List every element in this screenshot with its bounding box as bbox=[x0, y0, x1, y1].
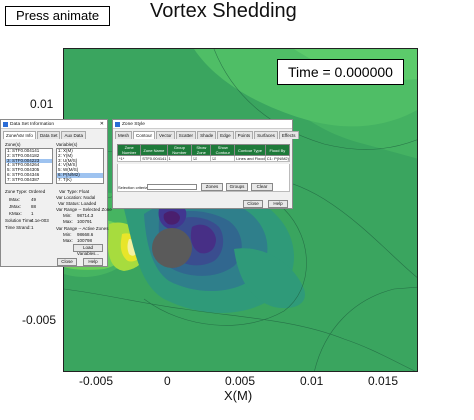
help-button[interactable]: Help bbox=[268, 200, 288, 208]
tab-shade[interactable]: Shade bbox=[197, 131, 217, 139]
var-location-label: Var Location: Nodal bbox=[56, 195, 96, 200]
dialog-title: Data Set Information bbox=[10, 121, 54, 127]
zone-number-cell: *1* bbox=[116, 155, 142, 162]
tab-points[interactable]: Points bbox=[234, 131, 254, 139]
max-value: 100798 bbox=[77, 238, 93, 243]
tab-mesh[interactable]: Mesh bbox=[115, 131, 133, 139]
contour-field bbox=[64, 49, 417, 371]
contour-plot[interactable]: Time = 0.000000 bbox=[63, 48, 418, 372]
column-header[interactable]: Contour Type bbox=[234, 144, 266, 156]
y-tick-label: 0.01 bbox=[30, 97, 54, 111]
max-value: 100791 bbox=[77, 219, 93, 224]
x-tick-label: 0.005 bbox=[225, 374, 256, 388]
app-icon bbox=[115, 121, 120, 127]
imax-value: 49 bbox=[31, 197, 37, 202]
load-variables-button[interactable]: Load Variables... bbox=[73, 244, 103, 256]
tab-vector[interactable]: Vector bbox=[156, 131, 175, 139]
kmax-label: KMax: bbox=[9, 211, 22, 216]
x-tick-label: 0.015 bbox=[368, 374, 399, 388]
zone-type-label: Zone Type: Ordered bbox=[5, 189, 46, 194]
press-animate-button[interactable]: Press animate bbox=[5, 6, 110, 26]
variables-list[interactable]: 1: X(M) 2: Y(M) 3: U(M/S) 4: V(M/S) 5: W… bbox=[56, 148, 104, 184]
dialog-titlebar[interactable]: Zone Style bbox=[113, 120, 292, 129]
tab-surfaces[interactable]: Surfaces bbox=[254, 131, 278, 139]
show-contour-checkbox[interactable]: ☑ bbox=[210, 155, 236, 162]
tab-scatter[interactable]: Scatter bbox=[175, 131, 197, 139]
column-header[interactable]: Zone Number bbox=[116, 144, 142, 156]
selection-criteria-label: Selection criteria: bbox=[118, 185, 149, 190]
max-label: Max: bbox=[63, 219, 73, 224]
group-cell[interactable]: 1 bbox=[166, 155, 193, 162]
column-header[interactable]: Group Number bbox=[166, 144, 193, 156]
zones-button[interactable]: Zones bbox=[201, 183, 223, 191]
column-header[interactable]: Flood By bbox=[264, 144, 291, 156]
selection-input[interactable] bbox=[147, 184, 197, 190]
jmax-value: 88 bbox=[31, 204, 37, 209]
zone-style-dialog[interactable]: Zone Style Mesh Contour Vector Scatter S… bbox=[112, 119, 299, 209]
dialog-titlebar[interactable]: Data Set Information ✕ bbox=[1, 120, 107, 129]
time-readout: Time = 0.000000 bbox=[277, 59, 404, 85]
var-range-active-label: Var Range -- Active Zones bbox=[56, 226, 109, 231]
min-value: 98714.3 bbox=[77, 213, 94, 218]
solution-time-label: Solution Time: bbox=[5, 218, 34, 223]
jmax-label: JMax: bbox=[9, 204, 22, 209]
zone-style-table[interactable]: Zone Number Zone Name Group Number Show … bbox=[116, 144, 291, 162]
help-button[interactable]: Help bbox=[83, 258, 103, 266]
x-tick-label: 0 bbox=[164, 374, 171, 388]
imax-label: IMax: bbox=[9, 197, 21, 202]
tab-aux-data[interactable]: Aux Data bbox=[61, 131, 86, 139]
column-header[interactable]: Show Zone bbox=[191, 144, 212, 156]
contour-type-cell[interactable]: Lines and Flood bbox=[234, 155, 266, 162]
groups-button[interactable]: Groups bbox=[226, 183, 248, 191]
tab-zone-var-info[interactable]: Zone/Var Info bbox=[3, 131, 36, 139]
zones-label: Zone(s) bbox=[5, 142, 21, 147]
tab-effects[interactable]: Effects bbox=[278, 131, 299, 139]
min-value: 98668.6 bbox=[77, 232, 94, 237]
x-tick-label: -0.005 bbox=[79, 374, 114, 388]
plot-title: Vortex Shedding bbox=[150, 0, 297, 22]
time-strand-value: 1 bbox=[31, 225, 34, 230]
min-label: Min: bbox=[63, 232, 72, 237]
show-zone-checkbox[interactable]: ☑ bbox=[191, 155, 212, 162]
min-label: Min: bbox=[63, 213, 72, 218]
zones-list[interactable]: 1: STF0.004141 2: STF0.004182 3: STF0.00… bbox=[5, 148, 53, 184]
close-button[interactable]: Close bbox=[243, 200, 263, 208]
tab-contour[interactable]: Contour bbox=[133, 131, 156, 139]
table-row[interactable]: *1* STF0.004141 1 ☑ ☑ Lines and Flood C1… bbox=[116, 155, 291, 162]
dataset-info-dialog[interactable]: Data Set Information ✕ Zone/Var Info Dat… bbox=[0, 119, 112, 267]
close-button[interactable]: Close bbox=[57, 258, 77, 266]
var-range-selected-label: Var Range -- Selected Zone bbox=[56, 207, 112, 212]
list-item[interactable]: 7: STF0.004387 bbox=[6, 177, 52, 183]
list-item[interactable]: 7: T(K) bbox=[57, 177, 103, 183]
x-axis-label: X(M) bbox=[224, 388, 253, 403]
tab-edge[interactable]: Edge bbox=[217, 131, 234, 139]
app-icon bbox=[3, 121, 8, 127]
column-header[interactable]: Zone Name bbox=[140, 144, 168, 156]
dialog-tabs: Zone/Var Info Data Set Aux Data bbox=[1, 129, 107, 139]
var-status-label: Var Status: Loaded bbox=[58, 201, 97, 206]
cylinder-obstacle bbox=[152, 228, 192, 268]
var-type-label: Var Type: Float bbox=[59, 189, 90, 194]
flood-by-cell[interactable]: C1: P(N/M2) bbox=[264, 155, 291, 162]
dialog-tabs: Mesh Contour Vector Scatter Shade Edge P… bbox=[113, 129, 299, 139]
column-header[interactable]: Show Contour bbox=[210, 144, 236, 156]
x-tick-label: 0.01 bbox=[300, 374, 324, 388]
dialog-title: Zone Style bbox=[122, 121, 145, 127]
solution-time-value: 4.1e-003 bbox=[31, 218, 49, 223]
close-icon[interactable]: ✕ bbox=[100, 120, 104, 129]
max-label: Max: bbox=[63, 238, 73, 243]
clear-button[interactable]: Clear bbox=[251, 183, 273, 191]
kmax-value: 1 bbox=[31, 211, 34, 216]
time-strand-label: Time Strand: bbox=[5, 225, 31, 230]
y-tick-label: -0.005 bbox=[22, 313, 57, 327]
tab-data-set[interactable]: Data Set bbox=[36, 131, 61, 139]
zone-name-cell: STF0.004141 bbox=[140, 155, 168, 162]
variables-label: Variable(s) bbox=[56, 142, 78, 147]
